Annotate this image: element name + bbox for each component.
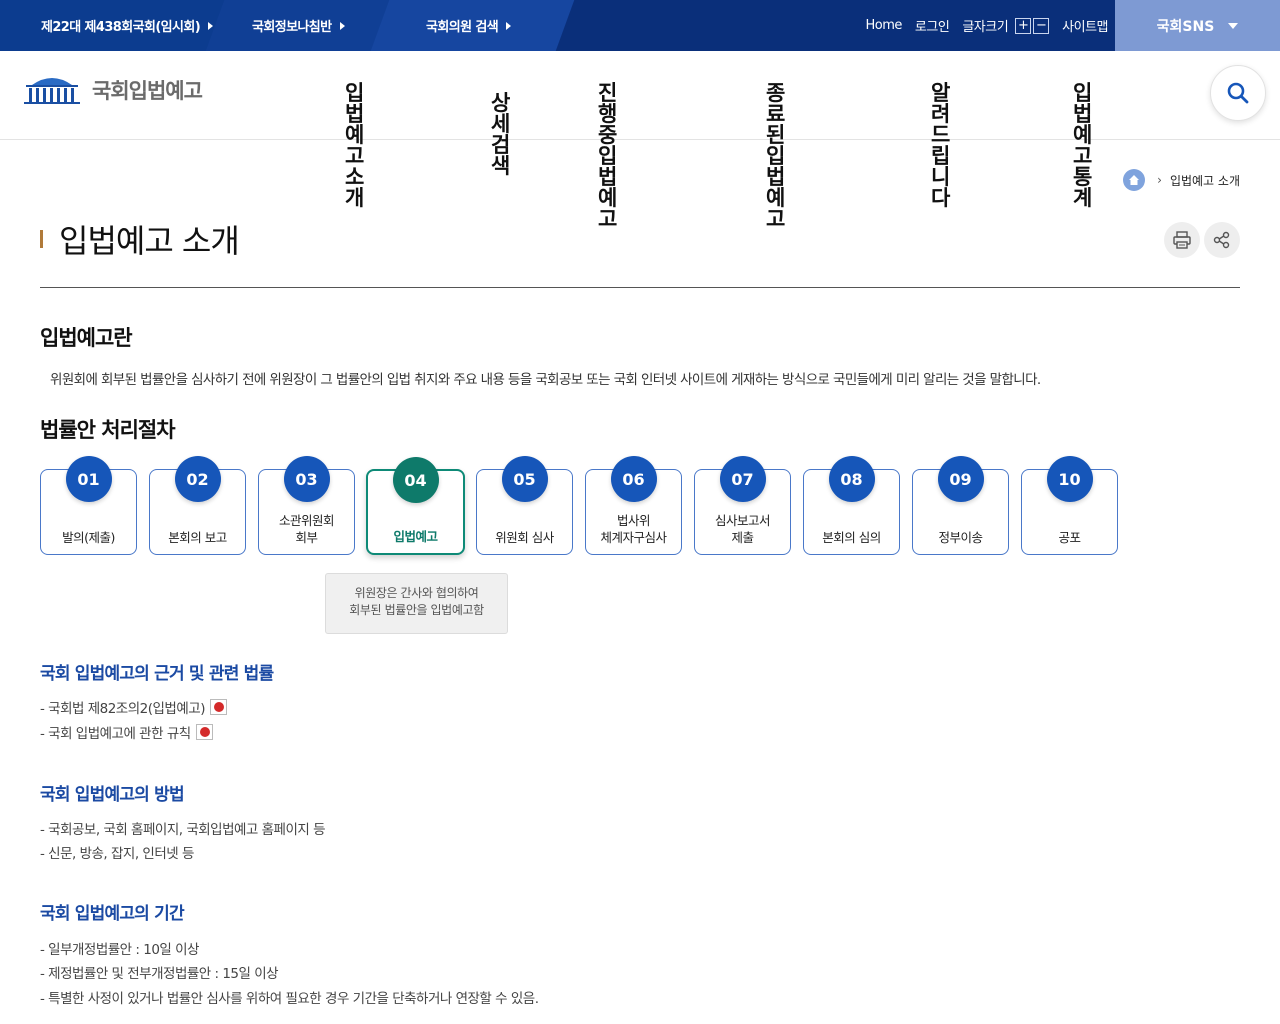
- step-04-active[interactable]: 04 입법예고: [366, 457, 465, 555]
- step-06: 06 법사위 체계자구심사: [585, 456, 682, 555]
- list-item: - 국회법 제82조의2(입법예고): [40, 697, 227, 717]
- nav-intro[interactable]: 입법예고 소개: [345, 83, 364, 209]
- top-utility-bar: 제22대 제438회국회(임시회) 국회정보나침반 국회의원 검색 Home 로…: [0, 0, 1280, 51]
- hwp-file-icon[interactable]: [195, 724, 213, 740]
- list-item: - 국회 입법예고에 관한 규칙: [40, 722, 213, 742]
- search-icon: [1227, 82, 1249, 104]
- list-item: - 일부개정법률안 : 10일 이상: [40, 942, 199, 958]
- font-size-label: 글자크기: [962, 20, 1009, 35]
- page-title: 입법예고 소개: [59, 222, 240, 260]
- breadcrumb: › 입법예고 소개: [1123, 169, 1240, 191]
- site-logo[interactable]: 국회입법예고: [22, 73, 203, 107]
- step-03: 03 소관위원회 회부: [258, 456, 355, 555]
- member-search-link[interactable]: 국회의원 검색: [426, 0, 512, 51]
- step-01: 01 발의(제출): [40, 456, 137, 555]
- print-button[interactable]: [1164, 222, 1200, 258]
- nav-closed[interactable]: 종료된 입법예 고: [766, 83, 785, 230]
- chevron-right-icon: ›: [1157, 173, 1162, 187]
- process-steps: 01 발의(제출) 02 본회의 보고 03 소관위원회 회부 04 입법예고 0…: [40, 455, 1140, 565]
- session-link[interactable]: 제22대 제438회국회(임시회): [41, 0, 214, 51]
- method-heading: 국회 입법예고의 방법: [40, 785, 185, 805]
- arrow-right-icon: [506, 21, 512, 30]
- page-tools: [1164, 222, 1240, 258]
- assembly-logo-icon: [24, 78, 80, 104]
- sitemap-link[interactable]: 사이트맵: [1062, 16, 1108, 35]
- arrow-right-icon: [339, 21, 345, 30]
- home-icon[interactable]: [1123, 169, 1146, 191]
- font-decrease-icon[interactable]: −: [1033, 17, 1050, 34]
- page-title-area: 입법예고 소개: [40, 216, 240, 262]
- arrow-right-icon: [208, 21, 214, 30]
- list-item: - 제정법률안 및 전부개정법률안 : 15일 이상: [40, 966, 279, 982]
- step-tooltip: 위원장은 간사와 협의하여 회부된 법률안을 입법예고함: [325, 573, 508, 634]
- utility-menu: Home 로그인 글자크기 + − 사이트맵: [866, 0, 1108, 51]
- nav-notice[interactable]: 알려드립니 다: [931, 83, 950, 209]
- title-divider: [40, 287, 1240, 288]
- step-07: 07 심사보고서 제출: [694, 456, 791, 555]
- nav-ongoing[interactable]: 진행 중 입법예 고: [598, 83, 617, 230]
- step-10: 10 공포: [1021, 456, 1118, 555]
- step-05: 05 위원회 심사: [476, 456, 573, 555]
- home-link[interactable]: Home: [866, 18, 903, 33]
- list-item: - 신문, 방송, 잡지, 인터넷 등: [40, 846, 194, 862]
- share-button[interactable]: [1204, 222, 1240, 258]
- step-08: 08 본회의 심의: [803, 456, 900, 555]
- print-icon: [1173, 231, 1191, 249]
- intro-heading: 입법예고란: [40, 326, 133, 350]
- list-item: - 국회공보, 국회 홈페이지, 국회입법예고 홈페이지 등: [40, 822, 326, 838]
- share-icon: [1213, 231, 1230, 249]
- hwp-file-icon[interactable]: [209, 699, 227, 715]
- site-header: 국회입법예고 입법예고 소개 상세검색 진행 중 입법예 고 종료된 입법예 고 알…: [0, 51, 1280, 230]
- breadcrumb-current: 입법예고 소개: [1169, 173, 1240, 188]
- sns-dropdown[interactable]: 국회SNS: [1115, 0, 1280, 51]
- list-item: - 특별한 사정이 있거나 법률안 심사를 위하여 필요한 경우 기간을 단축하…: [40, 991, 539, 1007]
- chevron-down-icon: [1228, 22, 1239, 29]
- font-increase-icon[interactable]: +: [1015, 17, 1032, 34]
- login-link[interactable]: 로그인: [915, 16, 950, 35]
- process-heading: 법률안 처리절차: [40, 418, 176, 442]
- nav-statistics[interactable]: 입법예고 통계: [1073, 83, 1092, 209]
- info-compass-link[interactable]: 국회정보나침반: [252, 0, 345, 51]
- nav-detail-search[interactable]: 상세검색: [491, 93, 510, 177]
- basis-heading: 국회 입법예고의 근거 및 관련 법률: [40, 664, 274, 684]
- step-09: 09 정부이송: [912, 456, 1009, 555]
- period-heading: 국회 입법예고의 기간: [40, 904, 185, 924]
- step-02: 02 본회의 보고: [149, 456, 246, 555]
- intro-text: 위원회에 회부된 법률안을 심사하기 전에 위원장이 그 법률안의 입법 취지와…: [50, 372, 1041, 388]
- search-button[interactable]: [1210, 65, 1266, 121]
